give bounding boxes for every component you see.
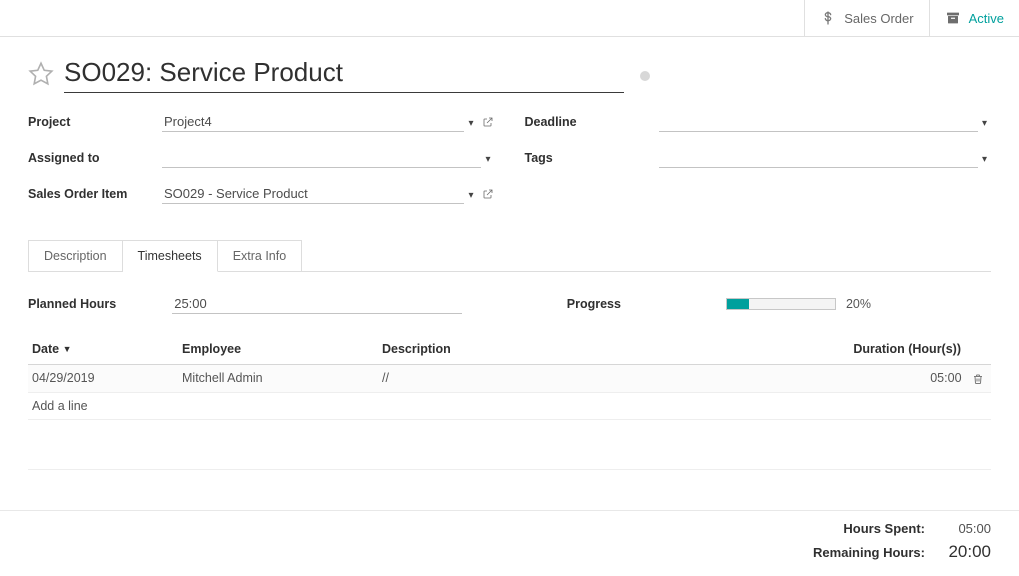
- tab-extra-info[interactable]: Extra Info: [218, 240, 303, 272]
- sales-order-button-label: Sales Order: [844, 11, 913, 26]
- dropdown-caret-icon[interactable]: ▾: [464, 118, 477, 129]
- deadline-field-row: Deadline ▾: [525, 109, 992, 135]
- table-row[interactable]: 04/29/2019Mitchell Admin//05:00: [28, 365, 991, 393]
- planned-hours-input[interactable]: [172, 294, 462, 314]
- add-line-button[interactable]: Add a line: [28, 392, 991, 419]
- progress-percent-text: 20%: [846, 297, 871, 311]
- project-label: Project: [28, 115, 162, 129]
- sort-caret-icon: ▼: [63, 344, 72, 354]
- progress-label: Progress: [567, 297, 621, 311]
- timesheet-table: Date ▼ Employee Description Duration (Ho…: [28, 334, 991, 470]
- archive-icon: [945, 10, 961, 26]
- dollar-icon: [820, 10, 836, 26]
- project-field-row: Project ▾: [28, 109, 495, 135]
- tags-field-row: Tags ▾: [525, 145, 992, 171]
- totals-footer: Hours Spent: 05:00 Remaining Hours: 20:0…: [0, 510, 1019, 576]
- external-link-icon[interactable]: [482, 188, 495, 201]
- favorite-star-icon[interactable]: [28, 60, 54, 89]
- timesheets-panel: Planned Hours Progress 20% Date ▼ Employ…: [28, 271, 991, 470]
- form-fields: Project ▾ Assigned to ▾ Sales Order Item…: [0, 97, 1019, 223]
- dropdown-caret-icon[interactable]: ▾: [481, 154, 494, 165]
- assigned-input[interactable]: [162, 148, 481, 168]
- sales-order-item-input[interactable]: [162, 184, 464, 204]
- deadline-input[interactable]: [659, 112, 978, 132]
- sales-order-item-label: Sales Order Item: [28, 187, 162, 201]
- cell-duration[interactable]: 05:00: [831, 365, 991, 393]
- hours-spent-label: Hours Spent:: [843, 521, 925, 536]
- col-header-duration[interactable]: Duration (Hour(s)): [831, 334, 991, 365]
- external-link-icon[interactable]: [482, 116, 495, 129]
- record-header: [0, 37, 1019, 97]
- progress-bar-fill: [727, 299, 749, 309]
- tabs-bar: Description Timesheets Extra Info: [0, 223, 1019, 271]
- dropdown-caret-icon[interactable]: ▾: [464, 190, 477, 201]
- active-button-label: Active: [969, 11, 1004, 26]
- active-button[interactable]: Active: [929, 0, 1019, 36]
- remaining-hours-label: Remaining Hours:: [813, 545, 925, 560]
- top-buttons-bar: Sales Order Active: [0, 0, 1019, 37]
- dropdown-caret-icon[interactable]: ▾: [978, 154, 991, 165]
- sales-order-item-field-row: Sales Order Item ▾: [28, 181, 495, 207]
- tab-timesheets[interactable]: Timesheets: [123, 240, 218, 272]
- col-header-date[interactable]: Date ▼: [28, 334, 178, 365]
- record-title-input[interactable]: [64, 55, 624, 93]
- assigned-field-row: Assigned to ▾: [28, 145, 495, 171]
- stage-indicator-dot[interactable]: [640, 71, 650, 81]
- planned-hours-label: Planned Hours: [28, 297, 116, 311]
- cell-date[interactable]: 04/29/2019: [28, 365, 178, 393]
- sales-order-button[interactable]: Sales Order: [804, 0, 928, 36]
- assigned-label: Assigned to: [28, 151, 162, 165]
- progress-bar: [726, 298, 836, 310]
- project-input[interactable]: [162, 112, 464, 132]
- tab-description[interactable]: Description: [28, 240, 123, 272]
- cell-employee[interactable]: Mitchell Admin: [178, 365, 378, 393]
- col-header-employee[interactable]: Employee: [178, 334, 378, 365]
- deadline-label: Deadline: [525, 115, 659, 129]
- remaining-hours-value: 20:00: [947, 542, 991, 562]
- col-header-description[interactable]: Description: [378, 334, 831, 365]
- dropdown-caret-icon[interactable]: ▾: [978, 118, 991, 129]
- tags-label: Tags: [525, 151, 659, 165]
- hours-spent-value: 05:00: [947, 521, 991, 536]
- cell-description[interactable]: //: [378, 365, 831, 393]
- delete-row-icon[interactable]: [971, 372, 985, 386]
- tags-input[interactable]: [659, 148, 978, 168]
